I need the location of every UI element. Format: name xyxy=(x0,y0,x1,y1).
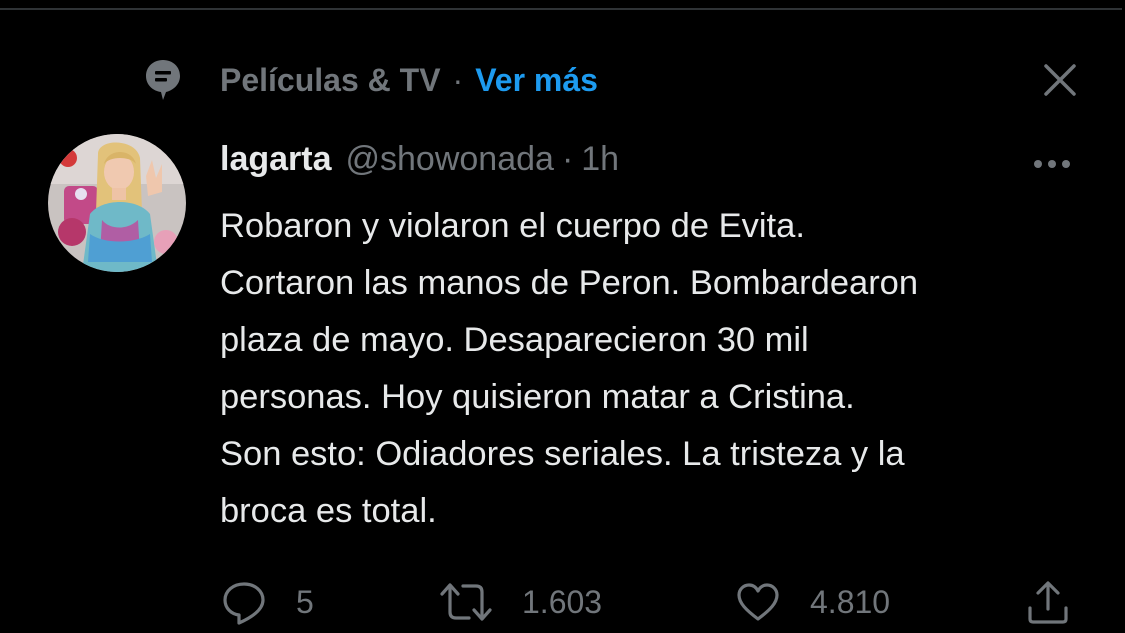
topic-context-text: Películas & TV · Ver más xyxy=(220,62,598,99)
tweet-text-line: Robaron y violaron el cuerpo de Evita. xyxy=(220,207,805,245)
tweet-text-line: Cortaron las manos de Peron. Bombardearo… xyxy=(220,264,919,302)
tweet-text-line: broca es total. xyxy=(220,492,437,530)
topic-bubble-icon xyxy=(144,58,182,102)
context-separator: · xyxy=(452,62,464,98)
close-icon[interactable] xyxy=(1036,56,1084,104)
tweet-actions: 5 1.603 4.810 xyxy=(220,574,1080,630)
retweet-button[interactable]: 1.603 xyxy=(438,574,602,630)
reply-button[interactable]: 5 xyxy=(220,574,314,630)
topic-context-row: Películas & TV · Ver más xyxy=(144,56,1084,104)
tweet-text-line: personas. Hoy quisieron matar a Cristina… xyxy=(220,378,855,416)
topic-name[interactable]: Películas & TV xyxy=(220,62,441,98)
avatar[interactable] xyxy=(48,134,186,272)
tweet-header: lagarta @showonada · 1h xyxy=(220,140,619,179)
reply-count: 5 xyxy=(296,583,314,620)
tweet-text-line: Son esto: Odiadores seriales. La tristez… xyxy=(220,435,905,473)
retweet-icon xyxy=(438,578,494,626)
reply-icon xyxy=(220,578,268,626)
more-icon[interactable] xyxy=(1028,146,1076,182)
retweet-count: 1.603 xyxy=(522,583,603,620)
share-icon xyxy=(1024,578,1072,626)
user-handle[interactable]: @showonada xyxy=(346,140,554,178)
display-name[interactable]: lagarta xyxy=(220,140,332,178)
top-divider xyxy=(0,8,1122,10)
tweet-text-line: plaza de mayo. Desaparecieron 30 mil xyxy=(220,321,809,359)
like-button[interactable]: 4.810 xyxy=(734,574,890,630)
tweet-text: Robaron y violaron el cuerpo de Evita. C… xyxy=(220,198,1100,540)
timestamp[interactable]: 1h xyxy=(581,140,619,178)
see-more-link[interactable]: Ver más xyxy=(475,62,598,98)
time-separator: · xyxy=(561,140,574,178)
like-count: 4.810 xyxy=(810,583,891,620)
heart-icon xyxy=(734,578,782,626)
share-button[interactable] xyxy=(1024,574,1072,630)
